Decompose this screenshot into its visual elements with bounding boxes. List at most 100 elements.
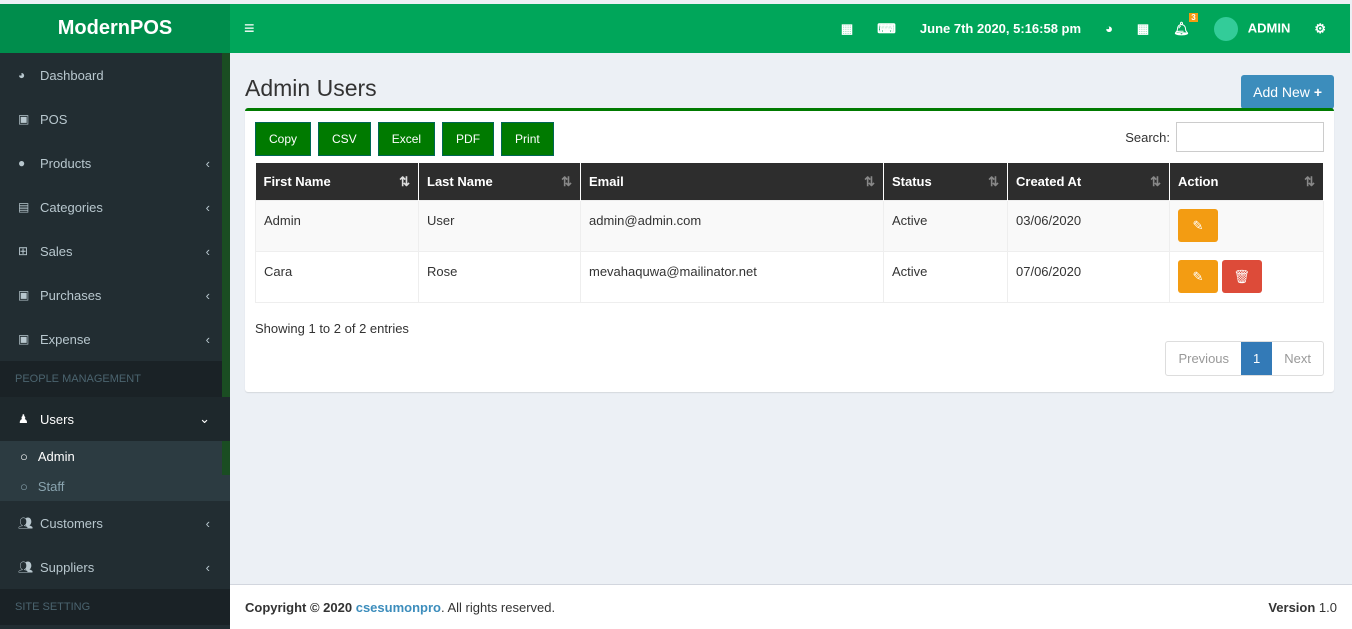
top-navbar: ModernPOS ≡ ▦ ⌨ June 7th 2020, 5:16:58 p…	[0, 4, 1350, 53]
chevron-down-icon: ⌄	[199, 411, 210, 426]
author-link[interactable]: csesumonpro	[356, 600, 441, 615]
chevron-left-icon: ‹	[205, 155, 210, 171]
cell: Cara	[255, 250, 419, 303]
section-header: SITE SETTING	[0, 589, 230, 625]
version: 1.0	[1318, 599, 1337, 615]
users-table-box: Copy CSV Excel PDF Print Search: First N…	[245, 108, 1334, 392]
cell: Active	[883, 199, 1008, 252]
copy-button[interactable]: Copy	[255, 122, 312, 156]
users-table: First Name ⇅ Last Name ⇅ Email ⇅ Status ⇅ Cr…	[255, 163, 1324, 303]
label: Products	[40, 155, 92, 171]
cell: Active	[883, 250, 1008, 303]
datetime: June 7th 2020, 5:16:58 pm	[919, 21, 1082, 36]
sidebar-item-suppliers[interactable]: 👥︎ Suppliers ‹	[0, 545, 230, 589]
label: Users	[40, 411, 74, 427]
delete-button[interactable]: 🗑︎	[1221, 259, 1262, 293]
pdf-button[interactable]: PDF	[442, 122, 495, 156]
plus-icon: +	[1313, 84, 1322, 100]
settings-icon[interactable]: ⚙	[1314, 21, 1326, 37]
table-row: Admin User admin@admin.com Active 03/06/…	[255, 199, 1324, 252]
edit-button[interactable]: ✎	[1178, 208, 1218, 242]
cell: User	[418, 199, 581, 252]
cell: ✎ 🗑︎	[1169, 250, 1324, 303]
money-icon: ▣	[18, 332, 30, 346]
next-button[interactable]: Next	[1272, 342, 1323, 375]
sort-icon: ⇅	[864, 173, 875, 189]
label: Suppliers	[40, 559, 95, 575]
sidebar-item-customers[interactable]: 👥︎ Customers ‹	[0, 501, 230, 545]
chevron-left-icon: ‹	[205, 287, 210, 303]
rights-text: . All rights reserved.	[440, 599, 556, 615]
add-new-button[interactable]: Add New +	[1241, 75, 1334, 109]
notification-badge: 3	[1189, 12, 1198, 22]
keyboard-icon[interactable]: ⌨	[877, 21, 896, 37]
content: Admin Users Add New + Copy CSV Excel PDF…	[230, 53, 1352, 584]
sidebar-item-products[interactable]: ● Products ‹	[0, 141, 230, 185]
label: Admin	[37, 448, 75, 464]
sidebar-item-purchases[interactable]: ▣ Purchases ‹	[0, 273, 230, 317]
table-info: Showing 1 to 2 of 2 entries	[255, 321, 409, 336]
column-header[interactable]: Status ⇅	[883, 163, 1008, 200]
sidebar-item-expense[interactable]: ▣ Expense ‹	[0, 317, 230, 361]
column-header[interactable]: Created At ⇅	[1007, 163, 1170, 200]
sidebar-subitem-admin[interactable]: ○ Admin	[0, 441, 230, 471]
label: Dashboard	[40, 67, 104, 83]
column-header[interactable]: First Name ⇅	[255, 163, 419, 200]
version-label: Version	[1268, 599, 1316, 615]
cell: Admin	[255, 199, 419, 252]
sort-icon: ⇅	[988, 173, 999, 189]
edit-button[interactable]: ✎	[1178, 259, 1218, 293]
shopping-bag-icon: ▣	[18, 112, 30, 126]
previous-button[interactable]: Previous	[1166, 342, 1241, 375]
chevron-left-icon: ‹	[205, 331, 210, 347]
users-icon: 👥︎	[18, 560, 34, 574]
sidebar-item-categories[interactable]: ▤ Categories ‹	[0, 185, 230, 229]
search-input[interactable]	[1176, 122, 1324, 152]
cart-icon: ⊞	[18, 244, 29, 258]
calculator-icon[interactable]: ▦	[841, 21, 853, 37]
print-button[interactable]: Print	[501, 122, 554, 156]
chevron-left-icon: ‹	[205, 243, 210, 259]
sidebar-item-sales[interactable]: ⊞ Sales ‹	[0, 229, 230, 273]
bell-icon[interactable]: 🔔︎ 3	[1173, 12, 1198, 37]
column-header[interactable]: Email ⇅	[580, 163, 884, 200]
sidebar: ◕ Dashboard ▣ POS ● Products ‹ ▤ Categories ‹ …	[0, 53, 230, 629]
sidebar-item-dashboard[interactable]: ◕ Dashboard	[0, 53, 230, 97]
sidebar-item-pos[interactable]: ▣ POS	[0, 97, 230, 141]
cell: mevahaquwa@mailinator.net	[580, 250, 884, 303]
column-header[interactable]: Action ⇅	[1169, 163, 1324, 200]
sort-icon: ⇅	[1304, 173, 1315, 189]
chevron-left-icon: ‹	[205, 199, 210, 215]
sort-icon: ⇅	[1150, 173, 1161, 189]
chevron-left-icon: ‹	[205, 515, 210, 531]
cell: 03/06/2020	[1007, 199, 1170, 252]
label: Sales	[40, 243, 73, 259]
label: Add New	[1253, 84, 1310, 100]
label: Expense	[40, 331, 91, 347]
menu-toggle-icon[interactable]: ≡	[244, 18, 255, 39]
dashboard-icon: ◕	[18, 68, 26, 82]
avatar	[1213, 16, 1238, 41]
product-icon: ●	[18, 156, 26, 170]
chevron-left-icon: ‹	[205, 559, 210, 575]
grid-icon[interactable]: ▦	[1137, 21, 1149, 37]
dashboard-icon[interactable]: ◕	[1105, 21, 1113, 36]
page-1-button[interactable]: 1	[1241, 342, 1273, 375]
excel-button[interactable]: Excel	[377, 122, 436, 156]
user-name: ADMIN	[1247, 19, 1291, 35]
sidebar-item-users[interactable]: ♟ Users ⌄	[0, 397, 230, 441]
label: Purchases	[40, 287, 102, 303]
cell: admin@admin.com	[580, 199, 884, 252]
column-header[interactable]: Last Name ⇅	[418, 163, 581, 200]
csv-button[interactable]: CSV	[318, 122, 371, 156]
user-menu[interactable]: ADMIN	[1213, 16, 1291, 41]
list-icon: ▤	[18, 200, 30, 214]
sort-icon: ⇅	[399, 173, 410, 189]
pagination: Previous 1 Next	[1165, 341, 1324, 376]
sidebar-subitem-staff[interactable]: ○ Staff	[0, 471, 230, 501]
label: Categories	[40, 199, 103, 215]
label: Staff	[37, 478, 65, 494]
logo[interactable]: ModernPOS	[0, 4, 230, 53]
label: POS	[40, 111, 68, 127]
cell: Rose	[418, 250, 581, 303]
